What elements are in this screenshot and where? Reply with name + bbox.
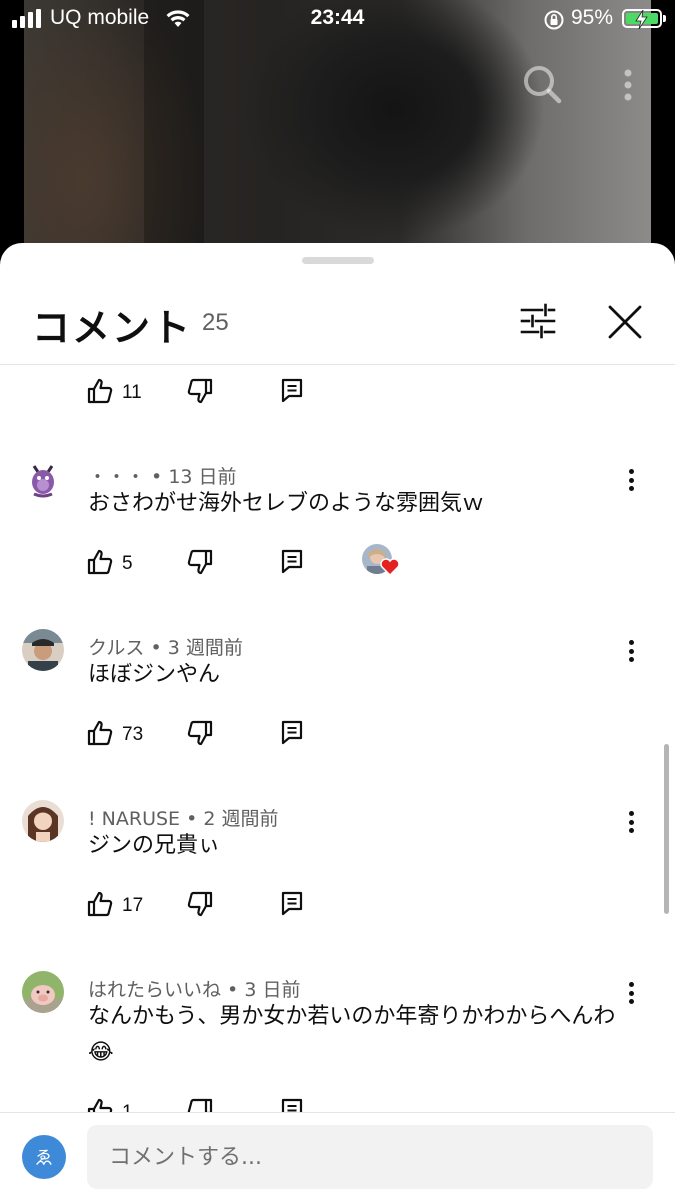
like-count: 17: [122, 895, 144, 916]
comment-input[interactable]: [87, 1125, 653, 1189]
like-button[interactable]: 1: [86, 1097, 133, 1112]
comment-meta: クルス • 3 週間前: [88, 637, 243, 659]
thumb-down-icon: [186, 1097, 214, 1112]
thumb-down-icon: [186, 548, 214, 580]
more-vert-icon[interactable]: [622, 68, 634, 106]
like-count: 5: [122, 553, 133, 574]
like-button[interactable]: 73: [86, 719, 143, 751]
comment-actions: 5: [86, 544, 506, 580]
comment-list[interactable]: 11 ・・・ • 13 日前 おさわがせ海外セレブのような雰囲気ｗ 5 クルス …: [0, 366, 675, 1112]
avatar[interactable]: [22, 629, 64, 671]
thumb-down-icon: [186, 377, 214, 409]
thumb-down-icon: [186, 890, 214, 922]
thumb-up-icon: [86, 719, 114, 751]
like-button[interactable]: 17: [86, 890, 143, 922]
reply-icon: [280, 377, 304, 407]
like-count: 11: [122, 382, 142, 403]
comment-meta: はれたらいいね • 3 日前: [88, 979, 301, 1001]
more-vert-icon[interactable]: [620, 979, 642, 1007]
dislike-button[interactable]: [186, 719, 214, 751]
thumb-down-icon: [186, 719, 214, 751]
comment-time: 2 週間前: [203, 808, 279, 830]
comment-actions: 1: [86, 1097, 506, 1112]
comment-author[interactable]: クルス: [88, 637, 144, 659]
reply-button[interactable]: [280, 719, 304, 749]
comment-author[interactable]: ! NARUSE: [88, 808, 180, 830]
comment-actions: 17: [86, 890, 506, 920]
thumb-up-icon: [86, 377, 114, 409]
like-count: 73: [122, 724, 144, 745]
like-count: 1: [122, 1102, 133, 1112]
battery-percent: 95%: [571, 6, 614, 29]
comment-composer: ゑ: [0, 1112, 675, 1200]
drag-handle[interactable]: [302, 257, 374, 264]
sheet-title: コメント: [32, 306, 193, 350]
comment-text: なんかもう、男か女か若いのか年寄りかわからへんわ😂: [88, 1004, 616, 1065]
comment-actions: 11: [86, 377, 506, 407]
dislike-button[interactable]: [186, 1097, 214, 1112]
reply-button[interactable]: [280, 548, 304, 578]
reply-icon: [280, 719, 304, 749]
reply-icon: [280, 1097, 304, 1112]
avatar[interactable]: [22, 971, 64, 1013]
status-bar: UQ mobile 23:44 95%: [0, 0, 675, 40]
dislike-button[interactable]: [186, 377, 214, 409]
thumb-up-icon: [86, 548, 114, 580]
heart-icon: [380, 558, 400, 580]
reply-icon: [280, 548, 304, 578]
comment-count: 25: [202, 309, 229, 336]
comment-meta: ! NARUSE • 2 週間前: [88, 808, 279, 830]
comment-time: 13 日前: [168, 466, 237, 488]
scrollbar[interactable]: [664, 744, 669, 914]
search-icon[interactable]: [522, 64, 562, 108]
user-avatar[interactable]: ゑ: [22, 1135, 66, 1179]
battery-icon: [622, 9, 666, 29]
more-vert-icon[interactable]: [620, 466, 642, 494]
reply-button[interactable]: [280, 377, 304, 407]
avatar[interactable]: [22, 800, 64, 842]
filter-icon[interactable]: [518, 301, 558, 341]
avatar[interactable]: [22, 458, 64, 500]
comment-time: 3 日前: [244, 979, 301, 1001]
comment-text: ジンの兄貴ぃ: [88, 833, 221, 858]
comment-meta: ・・・ • 13 日前: [88, 466, 237, 488]
close-icon[interactable]: [604, 301, 646, 343]
thumb-up-icon: [86, 890, 114, 922]
comment-author[interactable]: はれたらいいね: [88, 979, 221, 1001]
more-vert-icon[interactable]: [620, 808, 642, 836]
like-button[interactable]: 5: [86, 548, 133, 580]
comment-text: おさわがせ海外セレブのような雰囲気ｗ: [88, 491, 485, 516]
like-button[interactable]: 11: [86, 377, 142, 409]
creator-heart: [362, 544, 402, 580]
comments-sheet: コメント 25 11 ・・・ • 13 日前 おさわがせ海外セレブのような雰囲気…: [0, 243, 675, 1200]
sheet-header: コメント 25: [0, 283, 675, 365]
reply-button[interactable]: [280, 890, 304, 920]
reply-icon: [280, 890, 304, 920]
comment-author[interactable]: ・・・: [88, 466, 145, 488]
thumb-up-icon: [86, 1097, 114, 1112]
comment-time: 3 週間前: [167, 637, 243, 659]
comment-text: ほぼジンやん: [88, 662, 221, 687]
comment-actions: 73: [86, 719, 506, 749]
reply-button[interactable]: [280, 1097, 304, 1112]
rotation-lock-icon: [543, 9, 565, 35]
dislike-button[interactable]: [186, 548, 214, 580]
dislike-button[interactable]: [186, 890, 214, 922]
more-vert-icon[interactable]: [620, 637, 642, 665]
